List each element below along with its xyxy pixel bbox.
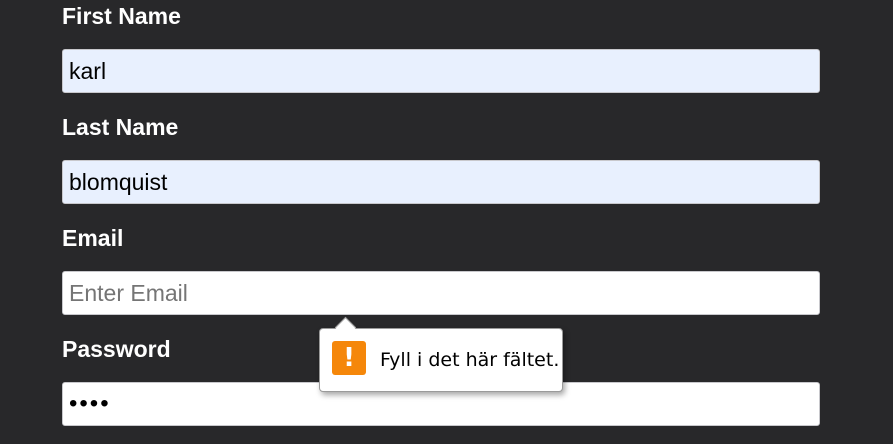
first-name-input[interactable] — [62, 49, 820, 93]
tooltip-arrow — [334, 316, 357, 339]
exclamation-warning-icon: ! — [332, 341, 366, 375]
validation-message: Fyll i det här fältet. — [380, 349, 560, 371]
email-label: Email — [62, 225, 124, 251]
last-name-input[interactable] — [62, 160, 820, 204]
validation-tooltip: ! Fyll i det här fältet. — [319, 316, 563, 392]
last-name-label: Last Name — [62, 114, 179, 140]
password-label: Password — [62, 336, 171, 362]
email-input[interactable] — [62, 271, 820, 315]
first-name-label: First Name — [62, 3, 181, 29]
